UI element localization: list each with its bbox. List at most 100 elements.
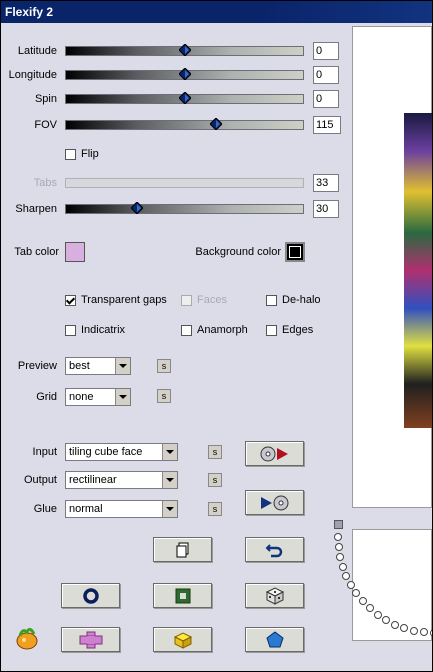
output-s-button[interactable]: s bbox=[208, 473, 222, 487]
copy-icon bbox=[176, 542, 188, 557]
arc-dot[interactable] bbox=[352, 589, 360, 597]
cross-button[interactable] bbox=[61, 627, 120, 652]
window-title: Flexify 2 bbox=[1, 1, 432, 23]
indicatrix-checkbox[interactable]: Indicatrix bbox=[65, 324, 125, 336]
arc-dot[interactable] bbox=[347, 581, 355, 589]
chevron-down-icon[interactable] bbox=[162, 501, 177, 517]
ring-icon bbox=[82, 587, 99, 604]
grid-s-button[interactable]: s bbox=[157, 389, 171, 403]
tab-color-label: Tab color bbox=[14, 246, 59, 258]
chevron-down-icon[interactable] bbox=[115, 358, 130, 374]
edges-box[interactable] bbox=[266, 324, 277, 336]
slider-value-fov[interactable]: 115 bbox=[313, 116, 341, 134]
cube-icon bbox=[173, 631, 192, 649]
slider-value-latitude[interactable]: 0 bbox=[313, 42, 339, 60]
slider-thumb-icon[interactable] bbox=[178, 68, 191, 80]
tab-color-swatch[interactable] bbox=[65, 242, 85, 262]
arc-dot[interactable] bbox=[334, 533, 342, 541]
indicatrix-label: Indicatrix bbox=[81, 324, 126, 336]
arc-dot[interactable] bbox=[339, 563, 347, 571]
preview-select[interactable]: best bbox=[65, 357, 131, 375]
glue-select[interactable]: normal bbox=[65, 500, 178, 518]
dot-arc-handle[interactable] bbox=[334, 520, 343, 529]
pentagon-icon bbox=[265, 630, 284, 647]
preview-image bbox=[404, 113, 432, 428]
arc-dot[interactable] bbox=[335, 543, 343, 551]
slider-label-tabs: Tabs bbox=[33, 177, 57, 189]
background-color-swatch[interactable] bbox=[285, 242, 305, 262]
arc-dot[interactable] bbox=[359, 597, 367, 605]
slider-value-tabs[interactable]: 33 bbox=[313, 174, 339, 192]
arc-dot[interactable] bbox=[391, 621, 399, 629]
faces-label: Faces bbox=[197, 294, 227, 306]
grid-select[interactable]: none bbox=[65, 388, 131, 406]
copy-button[interactable] bbox=[153, 537, 212, 562]
de-halo-checkbox[interactable]: De-halo bbox=[266, 294, 321, 306]
disc-play-icon bbox=[260, 446, 288, 461]
slider-value-longitude[interactable]: 0 bbox=[313, 66, 339, 84]
slider-label-spin: Spin bbox=[34, 93, 57, 105]
edges-checkbox[interactable]: Edges bbox=[266, 324, 313, 336]
square-icon bbox=[175, 588, 190, 603]
square-button[interactable] bbox=[153, 583, 212, 608]
arc-dot[interactable] bbox=[410, 627, 418, 635]
glue-s-button[interactable]: s bbox=[208, 502, 222, 516]
slider-track-latitude[interactable] bbox=[65, 44, 304, 56]
slider-thumb-icon[interactable] bbox=[210, 118, 223, 130]
preview-pane[interactable] bbox=[352, 26, 432, 508]
input-select[interactable]: tiling cube face bbox=[65, 443, 178, 461]
ring-button[interactable] bbox=[61, 583, 120, 608]
preview-s-button[interactable]: s bbox=[157, 359, 171, 373]
arc-dot[interactable] bbox=[342, 572, 350, 580]
anamorph-box[interactable] bbox=[181, 324, 192, 336]
output-value: rectilinear bbox=[69, 474, 117, 486]
background-color-inner bbox=[289, 246, 301, 258]
render-forward-button[interactable] bbox=[245, 441, 304, 466]
render-back-button[interactable] bbox=[245, 490, 304, 515]
slider-thumb-icon[interactable] bbox=[178, 44, 191, 56]
slider-thumb-icon[interactable] bbox=[178, 92, 191, 104]
anamorph-checkbox[interactable]: Anamorph bbox=[181, 324, 248, 336]
arc-dot[interactable] bbox=[382, 616, 390, 624]
de-halo-label: De-halo bbox=[282, 294, 321, 306]
arc-dot[interactable] bbox=[336, 553, 344, 561]
chevron-down-icon[interactable] bbox=[162, 472, 177, 488]
flexify-window: Flexify 2 Latitude 0 Longitude 0 Spin 0 FOV 115… bbox=[0, 0, 433, 672]
slider-value-spin[interactable]: 0 bbox=[313, 90, 339, 108]
transparent-gaps-box[interactable] bbox=[65, 294, 76, 306]
chevron-down-icon[interactable] bbox=[162, 444, 177, 460]
slider-track-sharpen[interactable] bbox=[65, 202, 304, 214]
indicatrix-box[interactable] bbox=[65, 324, 76, 336]
faces-checkbox: Faces bbox=[181, 294, 227, 306]
slider-track-fov[interactable] bbox=[65, 118, 304, 130]
de-halo-box[interactable] bbox=[266, 294, 277, 306]
dice-button[interactable] bbox=[245, 583, 304, 608]
arc-dot[interactable] bbox=[400, 624, 408, 632]
dice-icon bbox=[265, 586, 284, 605]
arc-dot[interactable] bbox=[420, 628, 428, 636]
undo-icon bbox=[265, 543, 282, 557]
flip-box[interactable] bbox=[65, 148, 76, 160]
grid-label: Grid bbox=[36, 391, 57, 403]
slider-value-sharpen[interactable]: 30 bbox=[313, 200, 339, 218]
arc-dot[interactable] bbox=[374, 611, 382, 619]
cube-button[interactable] bbox=[153, 627, 212, 652]
chevron-down-icon[interactable] bbox=[115, 389, 130, 405]
slider-label-fov: FOV bbox=[34, 119, 57, 131]
slider-thumb-icon[interactable] bbox=[131, 202, 144, 214]
transparent-gaps-checkbox[interactable]: Transparent gaps bbox=[65, 294, 167, 306]
slider-track-longitude[interactable] bbox=[65, 68, 304, 80]
input-label: Input bbox=[32, 446, 57, 458]
output-select[interactable]: rectilinear bbox=[65, 471, 178, 489]
slider-label-sharpen: Sharpen bbox=[15, 203, 57, 215]
output-label: Output bbox=[23, 474, 57, 486]
slider-track-spin[interactable] bbox=[65, 92, 304, 104]
anamorph-label: Anamorph bbox=[197, 324, 248, 336]
slider-track-tabs bbox=[65, 178, 304, 188]
arc-dot[interactable] bbox=[366, 604, 374, 612]
flip-checkbox[interactable]: Flip bbox=[65, 148, 99, 160]
cross-icon bbox=[79, 631, 102, 648]
undo-button[interactable] bbox=[245, 537, 304, 562]
input-s-button[interactable]: s bbox=[208, 445, 222, 459]
pentagon-button[interactable] bbox=[245, 627, 304, 652]
